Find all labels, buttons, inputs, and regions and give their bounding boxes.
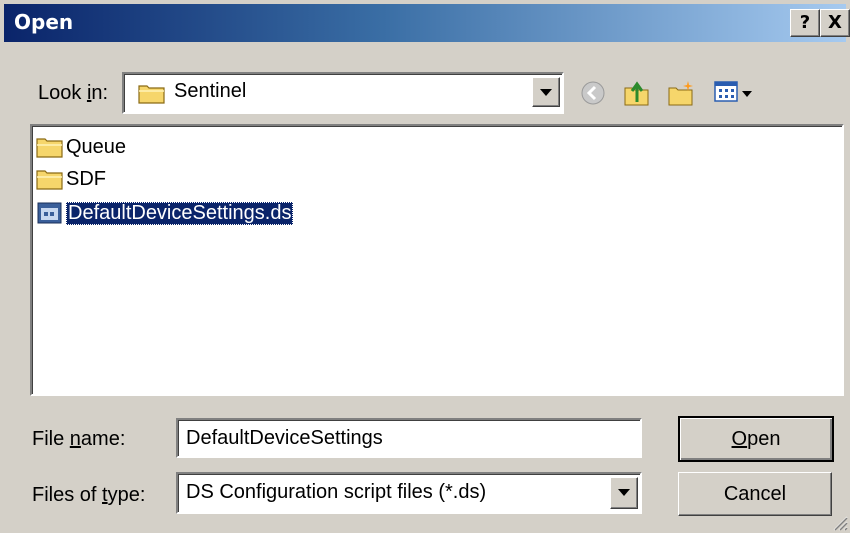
list-item-queue[interactable]: Queue	[36, 132, 126, 162]
dialog-title: Open	[14, 10, 74, 34]
open-dialog: Open ? X Look in: Sentinel Queue SDF Def…	[0, 0, 850, 533]
list-item-sdf[interactable]: SDF	[36, 164, 106, 194]
resize-grip-icon[interactable]	[828, 511, 848, 531]
ds-file-icon	[37, 202, 62, 224]
new-folder-icon[interactable]	[666, 78, 696, 108]
look-in-dropdown-arrow[interactable]	[532, 77, 560, 107]
file-type-dropdown-arrow[interactable]	[610, 477, 638, 509]
list-item-label: DefaultDeviceSettings.ds	[66, 201, 294, 225]
folder-icon	[36, 138, 63, 158]
file-name-label: File name:	[32, 428, 126, 450]
folder-icon	[138, 85, 165, 104]
list-item-label: Queue	[66, 135, 127, 158]
file-list[interactable]: Queue SDF DefaultDeviceSettings.ds	[30, 124, 844, 396]
file-name-value: DefaultDeviceSettings	[186, 427, 383, 449]
back-icon[interactable]	[578, 78, 608, 108]
look-in-dropdown[interactable]: Sentinel	[122, 72, 564, 114]
list-item-defaultdevicesettings[interactable]: DefaultDeviceSettings.ds	[36, 198, 294, 228]
file-type-dropdown[interactable]: DS Configuration script files (*.ds)	[176, 472, 642, 514]
file-type-label: Files of type:	[32, 484, 146, 506]
folder-icon	[36, 170, 63, 190]
look-in-label: Look in:	[38, 82, 109, 104]
cancel-button[interactable]: Cancel	[678, 472, 832, 516]
title-bar[interactable]: Open ? X	[4, 4, 850, 42]
view-menu-arrow-icon	[742, 91, 752, 97]
view-menu-icon	[714, 81, 738, 102]
help-button[interactable]: ?	[790, 9, 820, 37]
close-button[interactable]: X	[820, 9, 850, 37]
view-menu-button[interactable]	[714, 80, 764, 108]
list-item-label: SDF	[66, 167, 106, 190]
look-in-value: Sentinel	[174, 80, 247, 102]
up-folder-icon[interactable]	[622, 78, 652, 108]
open-button[interactable]: Open	[678, 416, 834, 462]
file-name-input[interactable]: DefaultDeviceSettings	[176, 418, 642, 458]
file-type-value: DS Configuration script files (*.ds)	[186, 481, 487, 503]
